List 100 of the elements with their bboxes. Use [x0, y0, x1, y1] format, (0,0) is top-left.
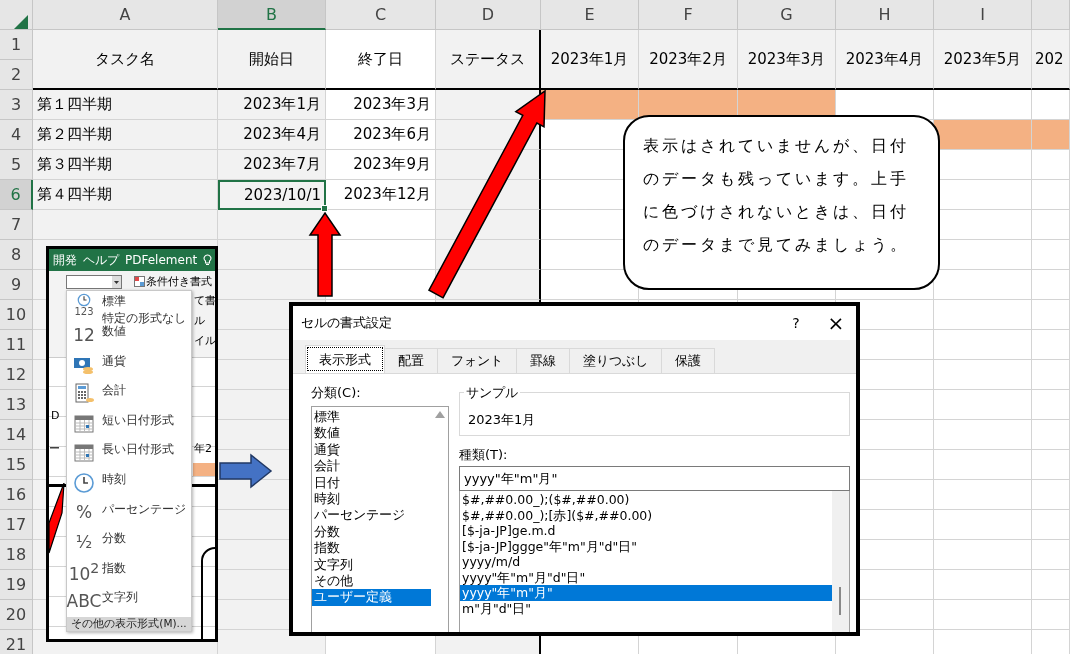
ribbon-tab[interactable]: 開発 [53, 251, 77, 269]
row-header[interactable]: 9 [0, 270, 33, 300]
table-cell: 2023/10/1 [218, 180, 326, 210]
row-header[interactable]: 16 [0, 480, 33, 510]
menu-item[interactable]: 会計 [102, 382, 126, 400]
scroll-up-icon[interactable] [434, 411, 445, 418]
column-title: 終了日 [326, 30, 436, 90]
table-cell [1032, 420, 1070, 450]
list-item[interactable]: yyyy/m/d [460, 554, 832, 570]
row-header[interactable]: 3 [0, 90, 33, 120]
input-field[interactable]: yyyy"年"m"月" [459, 466, 850, 491]
list-item[interactable]: 通貨 [312, 441, 431, 459]
fill-handle[interactable] [321, 205, 328, 212]
menu-item[interactable]: 分数 [102, 530, 126, 548]
column-header[interactable]: I [934, 0, 1032, 30]
ribbon-tab[interactable]: ヘルプ [83, 251, 119, 269]
ribbon-tab[interactable]: PDFelement [125, 253, 198, 267]
row-header[interactable]: 14 [0, 420, 33, 450]
row-header[interactable]: 15 [0, 450, 33, 480]
row-header[interactable]: 12 [0, 360, 33, 390]
table-cell [1032, 360, 1070, 390]
column-title: 2023年3月 [738, 30, 836, 90]
column-header[interactable]: A [33, 0, 218, 30]
table-cell: D [51, 409, 60, 422]
format-symbol: % [75, 504, 93, 522]
clock-icon [77, 293, 91, 307]
list-item[interactable]: [$-ja-JP]ge.m.d [460, 523, 832, 539]
column-header[interactable]: B [218, 0, 326, 30]
column-header[interactable]: F [639, 0, 738, 30]
list-item[interactable]: yyyy"年"m"月" [460, 585, 832, 601]
menu-item[interactable]: 時刻 [102, 470, 126, 488]
row-header[interactable]: 2 [0, 60, 33, 90]
lightbulb-icon[interactable] [203, 254, 213, 266]
menu-item[interactable]: 短い日付形式 [102, 411, 174, 429]
table-cell: 年2 [194, 441, 212, 456]
ribbon-button[interactable]: 条件付き書式 [146, 274, 212, 289]
close-button[interactable]: × [816, 311, 856, 335]
row-header[interactable]: 8 [0, 240, 33, 270]
number-format-field[interactable] [66, 275, 122, 289]
menu-item[interactable]: パーセンテージ [102, 500, 186, 518]
list-item[interactable]: m"月"d"日" [460, 600, 832, 616]
field-label: 種類(T): [459, 446, 509, 464]
list-item[interactable]: 会計 [312, 458, 431, 475]
row-header[interactable]: 4 [0, 120, 33, 150]
menu-item[interactable]: 指数 [102, 559, 126, 577]
list-item[interactable]: 数値 [312, 425, 431, 442]
list-item[interactable]: 文字列 [312, 556, 431, 574]
menu-item[interactable]: 通貨 [102, 352, 126, 370]
list-item[interactable]: [$-ja-JP]ggge"年"m"月"d"日" [460, 538, 832, 554]
column-header[interactable]: D [436, 0, 541, 30]
column-header[interactable]: H [836, 0, 934, 30]
list-item[interactable]: $#,##0.00_);($#,##0.00) [460, 492, 832, 508]
more-formats-button[interactable]: その他の表示形式(M)... [67, 617, 191, 631]
list-item[interactable]: パーセンテージ [312, 507, 431, 524]
row-header[interactable]: 17 [0, 510, 33, 540]
tab[interactable]: 保護 [661, 348, 715, 373]
menu-item[interactable]: 標準 [102, 293, 186, 310]
menu-item[interactable]: 長い日付形式 [102, 441, 174, 459]
table-cell: 第３四半期 [33, 150, 218, 180]
list-item[interactable]: 分数 [312, 523, 431, 541]
field-label: 分類(C): [311, 384, 362, 402]
column-header[interactable]: C [326, 0, 436, 30]
ribbon-label: イル [194, 333, 215, 348]
list-item[interactable]: yyyy"年"m"月"d"日" [460, 569, 832, 585]
column-title: 2023年2月 [639, 30, 738, 90]
menu-item[interactable]: 文字列 [102, 589, 138, 607]
column-title: 開始日 [218, 30, 326, 90]
list-item[interactable]: その他 [312, 573, 431, 590]
scrollbar[interactable] [832, 491, 849, 632]
help-button[interactable]: ? [776, 315, 816, 331]
row-header[interactable]: 13 [0, 390, 33, 420]
list-item[interactable]: $#,##0.00_);[赤]($#,##0.00) [460, 507, 832, 523]
row-header[interactable]: 21 [0, 630, 33, 654]
list-item[interactable]: 標準 [312, 409, 431, 426]
table-cell [1032, 330, 1070, 360]
row-header[interactable]: 18 [0, 540, 33, 570]
caret-icon[interactable] [112, 276, 121, 288]
column-header[interactable]: G [738, 0, 836, 30]
menu-item[interactable]: 数値 [102, 323, 126, 340]
format-symbol: 12 [73, 326, 95, 344]
row-header[interactable]: 10 [0, 300, 33, 330]
row-header[interactable]: 7 [0, 210, 33, 240]
list-item[interactable]: 指数 [312, 540, 431, 557]
row-header[interactable]: 20 [0, 600, 33, 630]
table-cell [1032, 570, 1070, 600]
list-item[interactable]: 日付 [312, 474, 431, 492]
table-cell: 2023年4月 [218, 120, 326, 150]
table-cell: 2023年6月 [326, 120, 436, 150]
table-cell [1032, 270, 1070, 300]
table-cell: 第４四半期 [33, 180, 218, 210]
column-header[interactable]: E [541, 0, 639, 30]
row-header[interactable]: 11 [0, 330, 33, 360]
list-item[interactable]: 時刻 [312, 491, 431, 508]
tab[interactable]: 表示形式 [305, 345, 385, 373]
row-header[interactable]: 1 [0, 30, 33, 60]
row-header[interactable]: 5 [0, 150, 33, 180]
list-item[interactable]: ユーザー定義 [312, 589, 431, 606]
row-header[interactable]: 6 [0, 180, 33, 210]
row-header[interactable]: 19 [0, 570, 33, 600]
callout-text: 表示はされていませんが、日付のデータも残っています。上手に色づけされないときは、日付のデータまで見てみましょう。 [643, 135, 910, 256]
